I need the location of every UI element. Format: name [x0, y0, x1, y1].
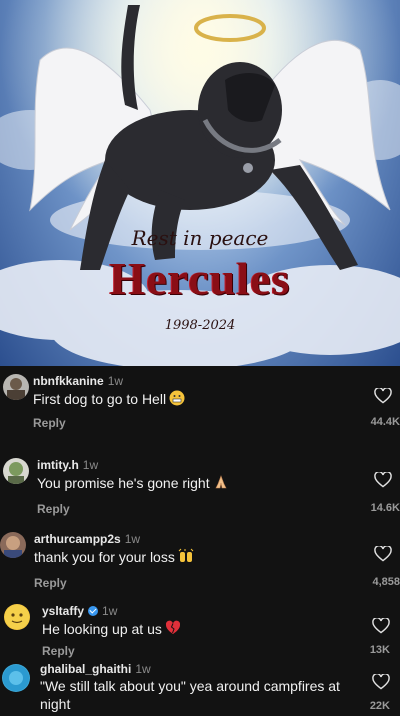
grimace-emoji — [169, 390, 185, 410]
comment-body: "We still talk about you" yea around cam… — [40, 678, 340, 712]
username-link[interactable]: nbnfkkanine — [33, 374, 104, 388]
raised-hands-emoji — [178, 548, 194, 568]
comment-text: He looking up at us — [42, 620, 342, 640]
verified-badge-icon — [88, 606, 99, 616]
comment-username[interactable]: arthurcampp2s 1w — [34, 532, 140, 546]
username-link[interactable]: imtity.h — [37, 458, 79, 472]
comment-text: First dog to go to Hell — [33, 390, 333, 410]
comment-body: thank you for your loss — [34, 549, 175, 565]
memorial-artwork — [0, 0, 400, 366]
like-heart-icon[interactable] — [372, 618, 390, 634]
comment-username[interactable]: ghalibal_ghaithi 1w — [40, 662, 151, 676]
avatar[interactable] — [3, 458, 29, 484]
comments-list: nbnfkkanine 1w First dog to go to Hell Re… — [0, 366, 400, 716]
like-count: 22K — [369, 700, 390, 712]
comment-username[interactable]: ysltaffy 1w — [42, 604, 117, 618]
user-avatar-icon — [4, 536, 22, 558]
like-count: 13K — [369, 644, 390, 656]
like-heart-icon[interactable] — [372, 674, 390, 690]
reply-button[interactable]: Reply — [34, 576, 67, 590]
user-avatar-icon — [8, 462, 24, 484]
like-count: 4,858 — [372, 576, 400, 588]
years-caption: 1998-2024 — [164, 318, 236, 333]
broken-heart-emoji — [165, 620, 181, 640]
comment-body: You promise he's gone right — [37, 475, 210, 491]
comment-time: 1w — [135, 662, 151, 676]
comment-time: 1w — [102, 604, 118, 618]
avatar[interactable] — [3, 374, 29, 400]
comment-text: You promise he's gone right — [37, 474, 337, 494]
like-count: 44.4K — [370, 416, 400, 428]
comment-time: 1w — [124, 532, 141, 546]
avatar[interactable] — [2, 664, 30, 692]
comment-time: 1w — [82, 458, 99, 472]
comment-body: First dog to go to Hell — [33, 391, 167, 407]
username-link[interactable]: ghalibal_ghaithi — [40, 662, 131, 676]
avatar[interactable] — [0, 532, 26, 558]
user-avatar-icon — [3, 665, 29, 691]
comment-text: thank you for your loss — [34, 548, 334, 568]
praying-hands-emoji — [213, 474, 229, 494]
reply-button[interactable]: Reply — [37, 502, 70, 516]
user-avatar-icon — [7, 378, 25, 400]
username-link[interactable]: ysltaffy — [42, 604, 84, 618]
post-image[interactable]: Rest in peace Hercules 1998-2024 — [0, 0, 400, 366]
comment-text: "We still talk about you" yea around cam… — [40, 677, 360, 713]
username-link[interactable]: arthurcampp2s — [34, 532, 121, 546]
comment-body: He looking up at us — [42, 621, 162, 637]
reply-button[interactable]: Reply — [42, 644, 75, 658]
user-avatar-icon — [5, 605, 29, 629]
like-heart-icon[interactable] — [374, 546, 392, 562]
avatar[interactable] — [4, 604, 30, 630]
comment-time: 1w — [107, 374, 124, 388]
comment-username[interactable]: imtity.h 1w — [37, 458, 98, 472]
reply-button[interactable]: Reply — [33, 416, 66, 430]
pet-name-title: Hercules — [109, 253, 291, 304]
like-heart-icon[interactable] — [374, 472, 392, 488]
like-count: 14.6K — [370, 502, 400, 514]
comment-username[interactable]: nbnfkkanine 1w — [33, 374, 123, 388]
like-heart-icon[interactable] — [374, 388, 392, 404]
rip-caption: Rest in peace — [131, 226, 269, 250]
